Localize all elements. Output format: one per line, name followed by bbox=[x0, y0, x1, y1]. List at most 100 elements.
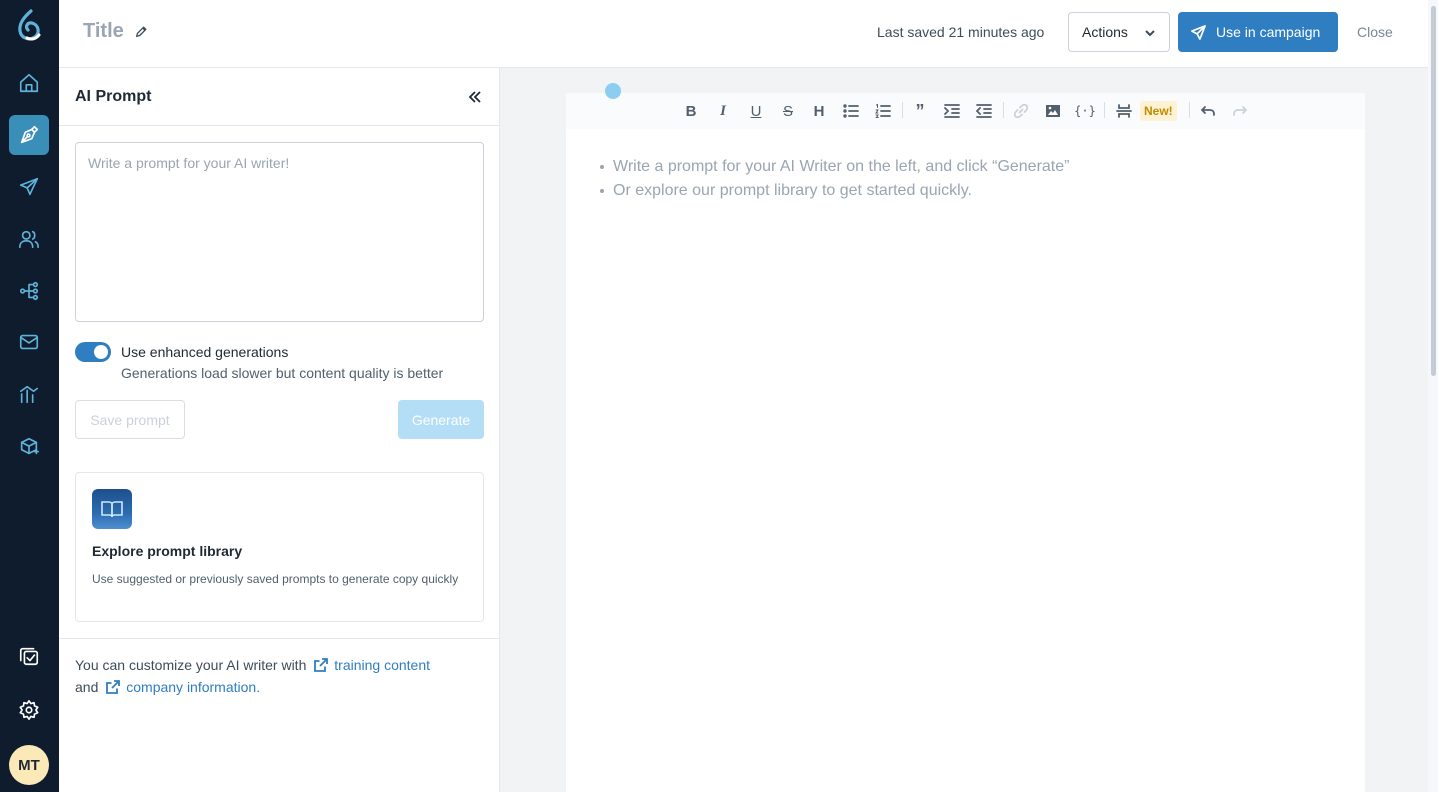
user-avatar[interactable]: MT bbox=[9, 745, 49, 785]
toggle-label: Use enhanced generations bbox=[121, 344, 289, 360]
mail-icon bbox=[19, 334, 39, 350]
chevron-down-icon bbox=[1145, 30, 1155, 37]
actions-label: Actions bbox=[1082, 24, 1128, 40]
image-button[interactable] bbox=[1043, 100, 1063, 122]
enhanced-generations-toggle[interactable] bbox=[75, 342, 111, 362]
editor-placeholder-hints: Write a prompt for your AI Writer on the… bbox=[598, 155, 1069, 203]
pen-nib-icon bbox=[20, 125, 39, 144]
page-scrollbar[interactable] bbox=[1428, 0, 1438, 792]
nav-integrations[interactable] bbox=[9, 427, 49, 467]
close-button[interactable]: Close bbox=[1357, 24, 1393, 40]
underline-icon: U bbox=[750, 102, 762, 120]
new-badge: New! bbox=[1140, 101, 1177, 121]
redo-button[interactable] bbox=[1230, 100, 1250, 122]
tasks-icon bbox=[19, 647, 39, 666]
double-chevron-left-icon bbox=[468, 91, 481, 103]
italic-button[interactable]: I bbox=[713, 100, 733, 122]
image-icon bbox=[1046, 105, 1060, 117]
external-link-icon bbox=[314, 658, 329, 672]
heading-button[interactable]: H bbox=[809, 100, 829, 122]
nav-analytics[interactable] bbox=[9, 374, 49, 414]
quote-icon: ” bbox=[915, 100, 925, 121]
toolbar-divider bbox=[1104, 102, 1105, 118]
hint-item: Write a prompt for your AI Writer on the… bbox=[598, 155, 1069, 179]
toggle-help-text: Generations load slower but content qual… bbox=[121, 365, 444, 381]
use-in-campaign-label: Use in campaign bbox=[1216, 24, 1321, 40]
brand-logo[interactable] bbox=[13, 8, 45, 44]
pencil-icon[interactable] bbox=[134, 25, 148, 39]
customize-note: You can customize your AI writer with tr… bbox=[75, 654, 485, 698]
home-icon bbox=[19, 73, 39, 93]
numbered-list-icon bbox=[875, 103, 891, 118]
nav-tasks[interactable] bbox=[9, 636, 49, 676]
save-prompt-button[interactable]: Save prompt bbox=[75, 400, 185, 439]
nav-inbox[interactable] bbox=[9, 322, 49, 362]
actions-dropdown[interactable]: Actions bbox=[1068, 12, 1170, 52]
nav-workflows[interactable] bbox=[9, 271, 49, 311]
italic-icon: I bbox=[720, 102, 726, 119]
blockquote-button[interactable]: ” bbox=[910, 100, 930, 122]
link-icon bbox=[1013, 103, 1029, 119]
ai-prompt-panel: AI Prompt Use enhanced generations Gener… bbox=[59, 68, 500, 792]
gear-icon bbox=[19, 700, 39, 720]
link-button[interactable] bbox=[1011, 100, 1031, 122]
indent-icon bbox=[944, 104, 960, 118]
bullet-list-icon bbox=[843, 104, 859, 118]
generate-button[interactable]: Generate bbox=[398, 400, 484, 439]
nav-ai-writer[interactable] bbox=[9, 115, 49, 155]
book-icon bbox=[92, 489, 132, 529]
panel-header: AI Prompt bbox=[59, 68, 499, 126]
top-bar: Title Last saved 21 minutes ago Actions … bbox=[59, 0, 1438, 68]
panel-title: AI Prompt bbox=[75, 88, 152, 105]
bold-icon: B bbox=[685, 102, 697, 120]
strikethrough-icon: S bbox=[782, 102, 793, 120]
use-in-campaign-button[interactable]: Use in campaign bbox=[1178, 12, 1338, 52]
customize-and: and bbox=[75, 679, 99, 695]
side-nav: MT bbox=[0, 0, 59, 792]
package-add-icon bbox=[20, 437, 39, 455]
nav-contacts[interactable] bbox=[9, 219, 49, 259]
numbered-list-button[interactable] bbox=[873, 100, 893, 122]
page-title[interactable]: Title bbox=[83, 20, 124, 43]
company-information-link[interactable]: company information. bbox=[126, 679, 260, 695]
send-icon bbox=[19, 177, 39, 196]
customize-prefix: You can customize your AI writer with bbox=[75, 657, 307, 673]
last-saved-status: Last saved 21 minutes ago bbox=[877, 24, 1045, 40]
toolbar-divider bbox=[1003, 102, 1004, 118]
library-description: Use suggested or previously saved prompt… bbox=[92, 572, 459, 586]
toolbar-divider bbox=[902, 102, 903, 118]
users-icon bbox=[19, 230, 39, 249]
training-content-link[interactable]: training content bbox=[334, 657, 430, 673]
strikethrough-button[interactable]: S bbox=[778, 100, 798, 122]
toolbar-divider bbox=[1189, 102, 1190, 118]
bold-button[interactable]: B bbox=[681, 100, 701, 122]
nav-home[interactable] bbox=[9, 63, 49, 103]
cursor-indicator bbox=[605, 83, 621, 99]
bullet-list-button[interactable] bbox=[841, 100, 861, 122]
variable-button[interactable]: {·} bbox=[1074, 100, 1096, 122]
braces-icon: {·} bbox=[1074, 104, 1096, 118]
hint-item: Or explore our prompt library to get sta… bbox=[598, 179, 1069, 203]
workflow-icon bbox=[19, 281, 39, 301]
indent-button[interactable] bbox=[942, 100, 962, 122]
divider-button[interactable] bbox=[1114, 100, 1134, 122]
nav-campaigns[interactable] bbox=[9, 167, 49, 207]
horizontal-rule-icon bbox=[1116, 104, 1132, 118]
collapse-panel-button[interactable] bbox=[466, 88, 484, 106]
redo-icon bbox=[1233, 106, 1248, 116]
prompt-library-card[interactable]: Explore prompt library Use suggested or … bbox=[75, 472, 484, 622]
panel-footer-divider bbox=[59, 638, 499, 639]
send-icon bbox=[1191, 25, 1206, 40]
heading-icon: H bbox=[813, 102, 825, 120]
prompt-input[interactable] bbox=[75, 142, 484, 322]
underline-button[interactable]: U bbox=[746, 100, 766, 122]
undo-button[interactable] bbox=[1198, 100, 1218, 122]
library-title: Explore prompt library bbox=[92, 543, 243, 559]
outdent-icon bbox=[976, 104, 992, 118]
outdent-button[interactable] bbox=[974, 100, 994, 122]
analytics-icon bbox=[19, 385, 39, 404]
scrollbar-thumb[interactable] bbox=[1431, 6, 1436, 376]
undo-icon bbox=[1200, 106, 1215, 116]
nav-settings[interactable] bbox=[9, 690, 49, 730]
external-link-icon bbox=[106, 680, 121, 694]
